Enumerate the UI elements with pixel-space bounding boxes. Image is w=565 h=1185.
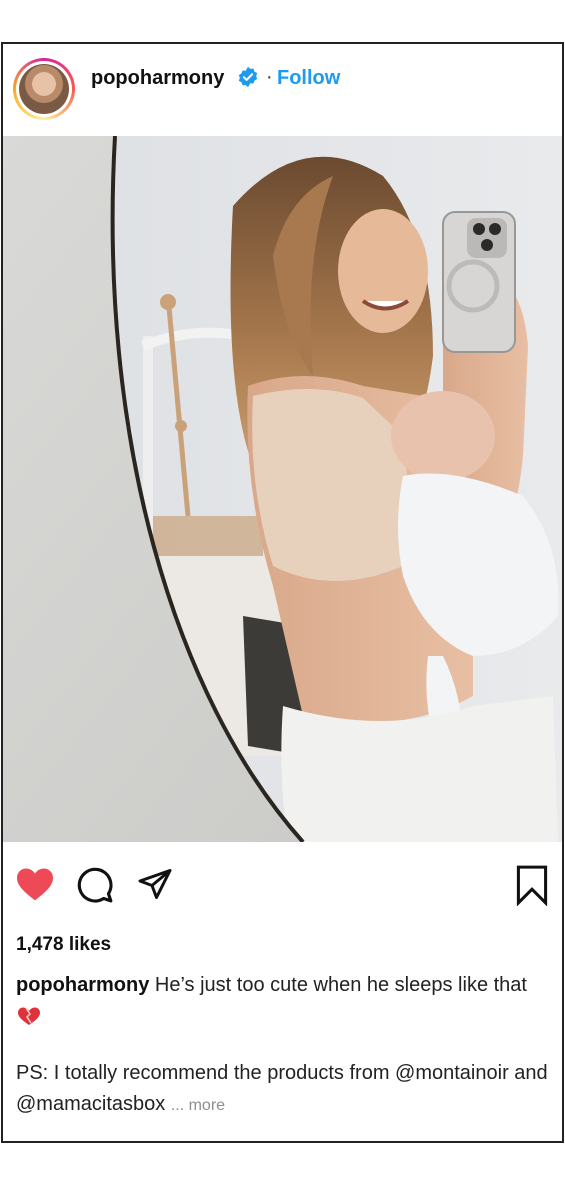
mirror-selfie-image bbox=[3, 136, 562, 842]
avatar-photo bbox=[19, 64, 69, 114]
instagram-post-card: popoharmony · Follow 1,478 likes popohar… bbox=[1, 42, 564, 1143]
heart-filled-icon[interactable] bbox=[15, 866, 55, 902]
profile-avatar[interactable] bbox=[13, 58, 75, 120]
post-actions-bar bbox=[3, 862, 562, 912]
bookmark-icon[interactable] bbox=[515, 864, 549, 906]
caption-ps: PS: I totally recommend the products fro… bbox=[16, 1058, 556, 1121]
sparkling-heart-emoji bbox=[18, 1007, 40, 1025]
send-icon[interactable] bbox=[135, 866, 175, 902]
follow-button[interactable]: Follow bbox=[277, 67, 340, 90]
post-photo[interactable] bbox=[3, 136, 562, 842]
caption-username[interactable]: popoharmony bbox=[16, 974, 149, 996]
caption-ps-text: PS: I totally recommend the products fro… bbox=[16, 1062, 548, 1115]
post-caption: popoharmony He’s just too cute when he s… bbox=[16, 970, 556, 1030]
more-link[interactable]: ... more bbox=[171, 1097, 225, 1114]
likes-count[interactable]: 1,478 likes bbox=[16, 934, 111, 956]
caption-text: He’s just too cute when he sleeps like t… bbox=[154, 974, 527, 996]
post-username[interactable]: popoharmony bbox=[91, 67, 224, 90]
comment-icon[interactable] bbox=[75, 866, 115, 904]
post-header: popoharmony · Follow bbox=[3, 44, 562, 136]
verified-badge-icon bbox=[238, 66, 258, 88]
separator-dot: · bbox=[266, 66, 273, 88]
